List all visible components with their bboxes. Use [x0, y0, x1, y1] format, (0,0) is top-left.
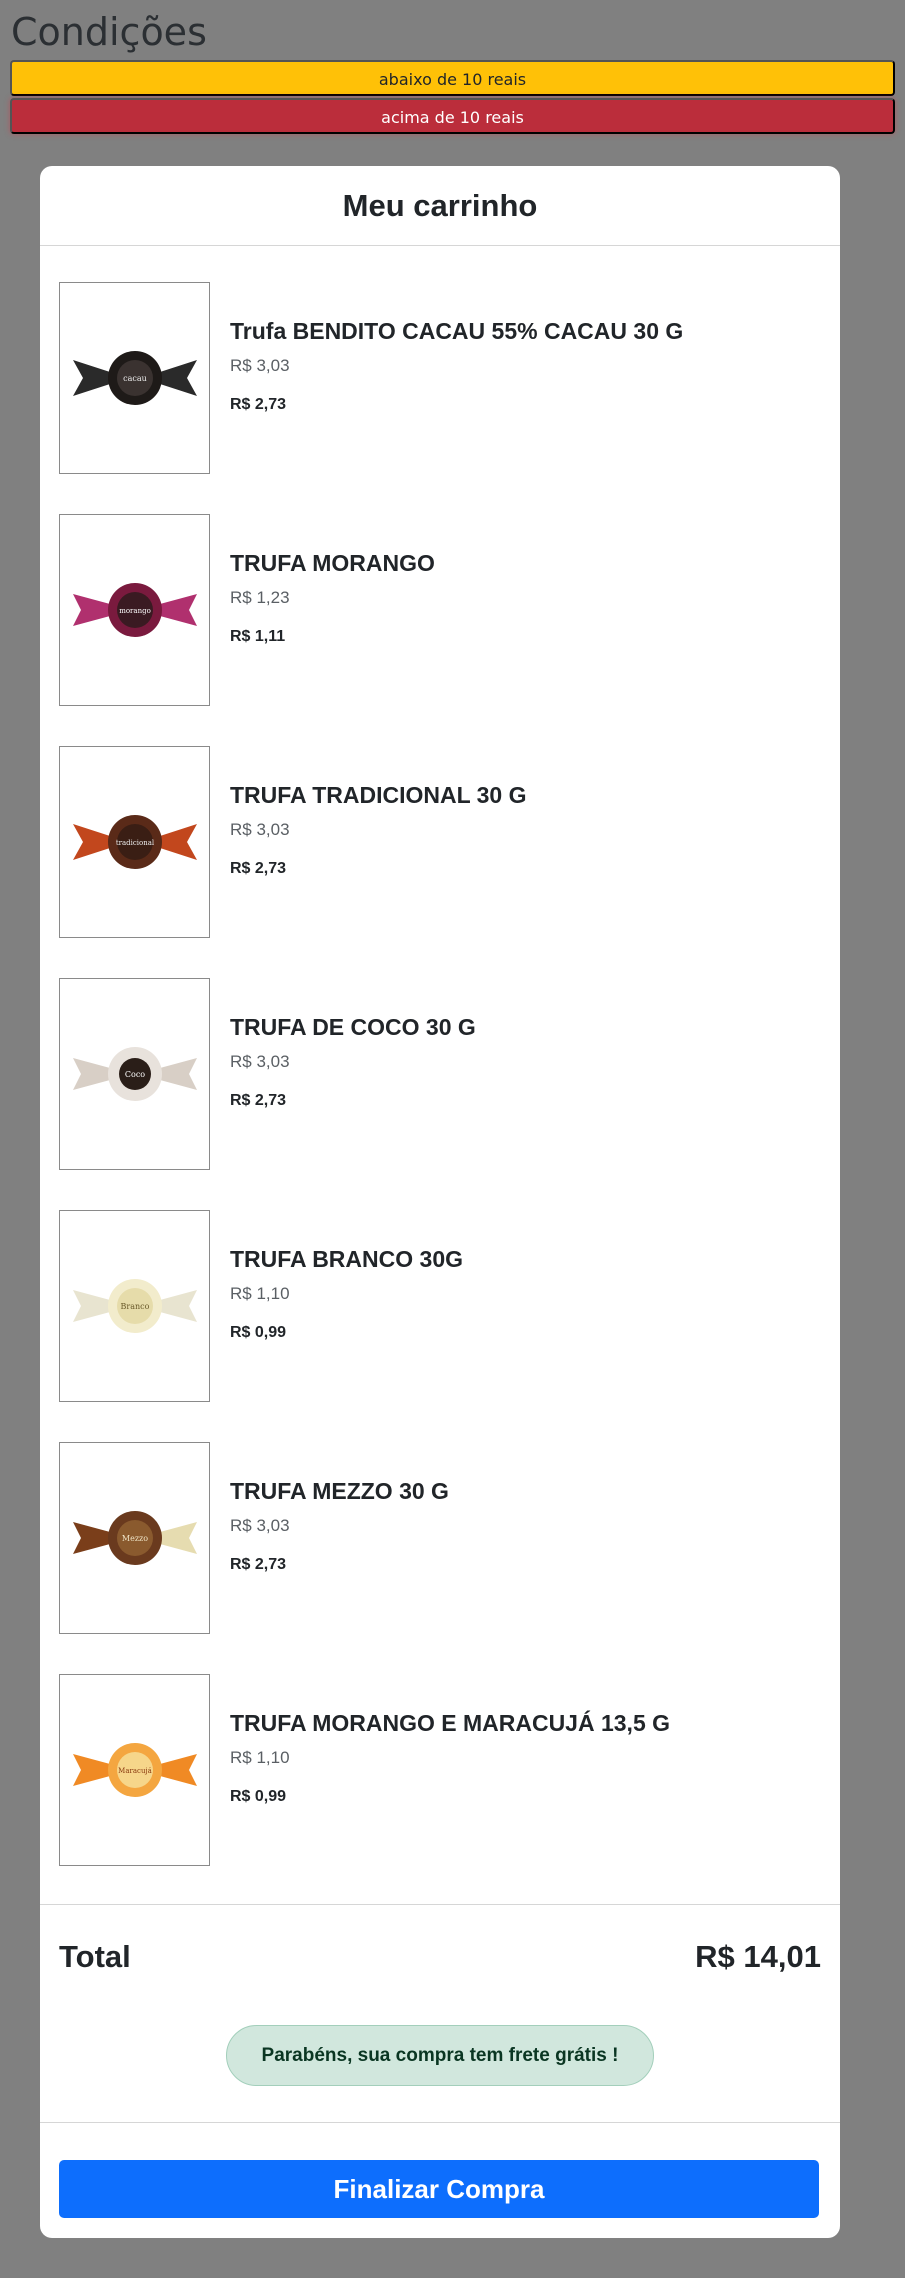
svg-text:cacau: cacau: [123, 374, 147, 383]
below-10-reais-button[interactable]: abaixo de 10 reais: [10, 60, 895, 96]
above-10-reais-button[interactable]: acima de 10 reais: [10, 98, 895, 134]
svg-text:Coco: Coco: [124, 1070, 144, 1079]
item-name: TRUFA DE COCO 30 G: [230, 1014, 476, 1040]
item-discount-price: R$ 0,99: [230, 1324, 287, 1341]
item-name: TRUFA MORANGO E MARACUJÁ 13,5 G: [230, 1710, 671, 1736]
item-price: R$ 3,03: [230, 820, 290, 839]
item-price: R$ 1,10: [230, 1284, 290, 1303]
item-price: R$ 3,03: [230, 356, 290, 375]
item-discount-price: R$ 2,73: [230, 860, 287, 877]
item-name: TRUFA BRANCO 30G: [230, 1246, 463, 1272]
svg-text:Branco: Branco: [120, 1302, 149, 1311]
cart-items-list: cacau Trufa BENDITO CACAU 55% CACAU 30 G…: [40, 246, 840, 1904]
strawberry-truffle-icon: morango: [59, 514, 210, 706]
free-shipping-badge: Parabéns, sua compra tem frete grátis !: [226, 2025, 654, 2086]
item-discount-price: R$ 2,73: [230, 396, 287, 413]
cart-item: Maracujá TRUFA MORANGO E MARACUJÁ 13,5 G…: [59, 1674, 819, 1866]
coconut-truffle-icon: Coco: [59, 978, 210, 1170]
item-price: R$ 3,03: [230, 1052, 290, 1071]
cart-item: Mezzo TRUFA MEZZO 30 G R$ 3,03 R$ 2,73: [59, 1442, 819, 1634]
item-discount-price: R$ 2,73: [230, 1092, 287, 1109]
item-price: R$ 3,03: [230, 1516, 290, 1535]
checkout-button[interactable]: Finalizar Compra: [59, 2160, 819, 2218]
page-title: Condições: [11, 10, 207, 54]
svg-text:tradicional: tradicional: [115, 839, 154, 847]
cart-item: tradicional TRUFA TRADICIONAL 30 G R$ 3,…: [59, 746, 819, 938]
dark-truffle-icon: cacau: [59, 282, 210, 474]
cart-summary: Total R$ 14,01 Parabéns, sua compra tem …: [40, 1904, 840, 2123]
cart-item: Coco TRUFA DE COCO 30 G R$ 3,03 R$ 2,73: [59, 978, 819, 1170]
cart-item: cacau Trufa BENDITO CACAU 55% CACAU 30 G…: [59, 282, 819, 474]
total-value: R$ 14,01: [695, 1939, 821, 1974]
cart-item: morango TRUFA MORANGO R$ 1,23 R$ 1,11: [59, 514, 819, 706]
item-price: R$ 1,23: [230, 588, 290, 607]
item-price: R$ 1,10: [230, 1748, 290, 1767]
mezzo-truffle-icon: Mezzo: [59, 1442, 210, 1634]
cart-title: Meu carrinho: [40, 166, 840, 246]
item-discount-price: R$ 2,73: [230, 1556, 287, 1573]
passionfruit-truffle-icon: Maracujá: [59, 1674, 210, 1866]
svg-text:Mezzo: Mezzo: [121, 1534, 147, 1543]
white-truffle-icon: Branco: [59, 1210, 210, 1402]
item-name: TRUFA MEZZO 30 G: [230, 1478, 449, 1504]
cart-card: Meu carrinho cacau Trufa BENDITO CACAU 5…: [40, 166, 840, 2238]
svg-text:Maracujá: Maracujá: [118, 1767, 152, 1775]
item-name: TRUFA MORANGO: [230, 550, 435, 576]
svg-text:morango: morango: [119, 607, 151, 615]
item-discount-price: R$ 1,11: [230, 628, 286, 645]
traditional-truffle-icon: tradicional: [59, 746, 210, 938]
item-name: Trufa BENDITO CACAU 55% CACAU 30 G: [230, 318, 684, 344]
cart-item: Branco TRUFA BRANCO 30G R$ 1,10 R$ 0,99: [59, 1210, 819, 1402]
item-name: TRUFA TRADICIONAL 30 G: [230, 782, 527, 808]
total-label: Total: [59, 1939, 131, 1974]
item-discount-price: R$ 0,99: [230, 1788, 287, 1805]
